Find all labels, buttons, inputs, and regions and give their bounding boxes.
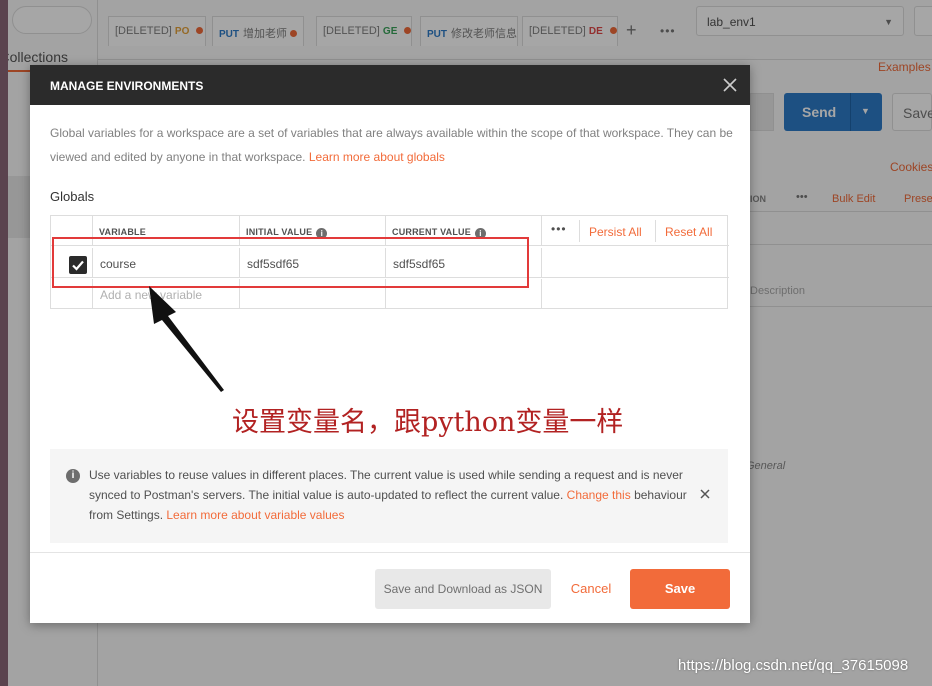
column-header-current-value: CURRENT VALUE i xyxy=(392,227,486,239)
variables-info-banner: i Use variables to reuse values in diffe… xyxy=(50,449,728,543)
column-header-initial-value: INITIAL VALUE i xyxy=(246,227,328,239)
table-header: VARIABLE INITIAL VALUE i CURRENT VALUE i •… xyxy=(51,216,729,246)
annotation-text: 设置变量名，跟python变量一样 xyxy=(232,407,624,438)
variables-table: VARIABLE INITIAL VALUE i CURRENT VALUE i •… xyxy=(50,215,729,309)
save-button[interactable]: Save xyxy=(630,569,730,609)
learn-variable-values-link[interactable]: Learn more about variable values xyxy=(166,508,344,522)
watermark: https://blog.csdn.net/qq_37615098 xyxy=(678,657,909,674)
globals-intro: Global variables for a workspace are a s… xyxy=(50,126,733,164)
variable-name-cell[interactable]: course xyxy=(100,257,136,271)
learn-globals-link[interactable]: Learn more about globals xyxy=(309,150,445,164)
more-options-icon[interactable]: ••• xyxy=(551,222,567,236)
globals-heading: Globals xyxy=(50,189,95,204)
change-behaviour-link[interactable]: Change this xyxy=(567,488,631,502)
reset-all-button[interactable]: Reset All xyxy=(665,225,712,239)
manage-environments-modal: MANAGE ENVIRONMENTS Global variables for… xyxy=(30,65,750,623)
info-icon[interactable]: i xyxy=(316,228,328,239)
close-icon[interactable] xyxy=(698,487,712,501)
row-enabled-checkbox[interactable] xyxy=(69,256,87,274)
table-row: course sdf5sdf65 sdf5sdf65 xyxy=(51,248,729,278)
close-icon[interactable] xyxy=(720,75,740,95)
new-current-value-input[interactable] xyxy=(386,279,542,309)
column-header-variable: VARIABLE xyxy=(99,227,146,237)
info-icon[interactable]: i xyxy=(474,228,486,239)
add-variable-input[interactable]: Add a new variable xyxy=(100,288,202,302)
table-row-new: Add a new variable xyxy=(51,279,729,309)
persist-all-button[interactable]: Persist All xyxy=(589,225,642,239)
cancel-button[interactable]: Cancel xyxy=(564,569,618,609)
info-icon: i xyxy=(66,469,80,483)
modal-title: MANAGE ENVIRONMENTS xyxy=(50,79,204,93)
modal-header: MANAGE ENVIRONMENTS xyxy=(30,65,750,105)
new-initial-value-input[interactable] xyxy=(240,279,386,309)
current-value-cell[interactable]: sdf5sdf65 xyxy=(393,257,445,271)
initial-value-cell[interactable]: sdf5sdf65 xyxy=(247,257,299,271)
save-and-download-button[interactable]: Save and Download as JSON xyxy=(375,569,551,609)
